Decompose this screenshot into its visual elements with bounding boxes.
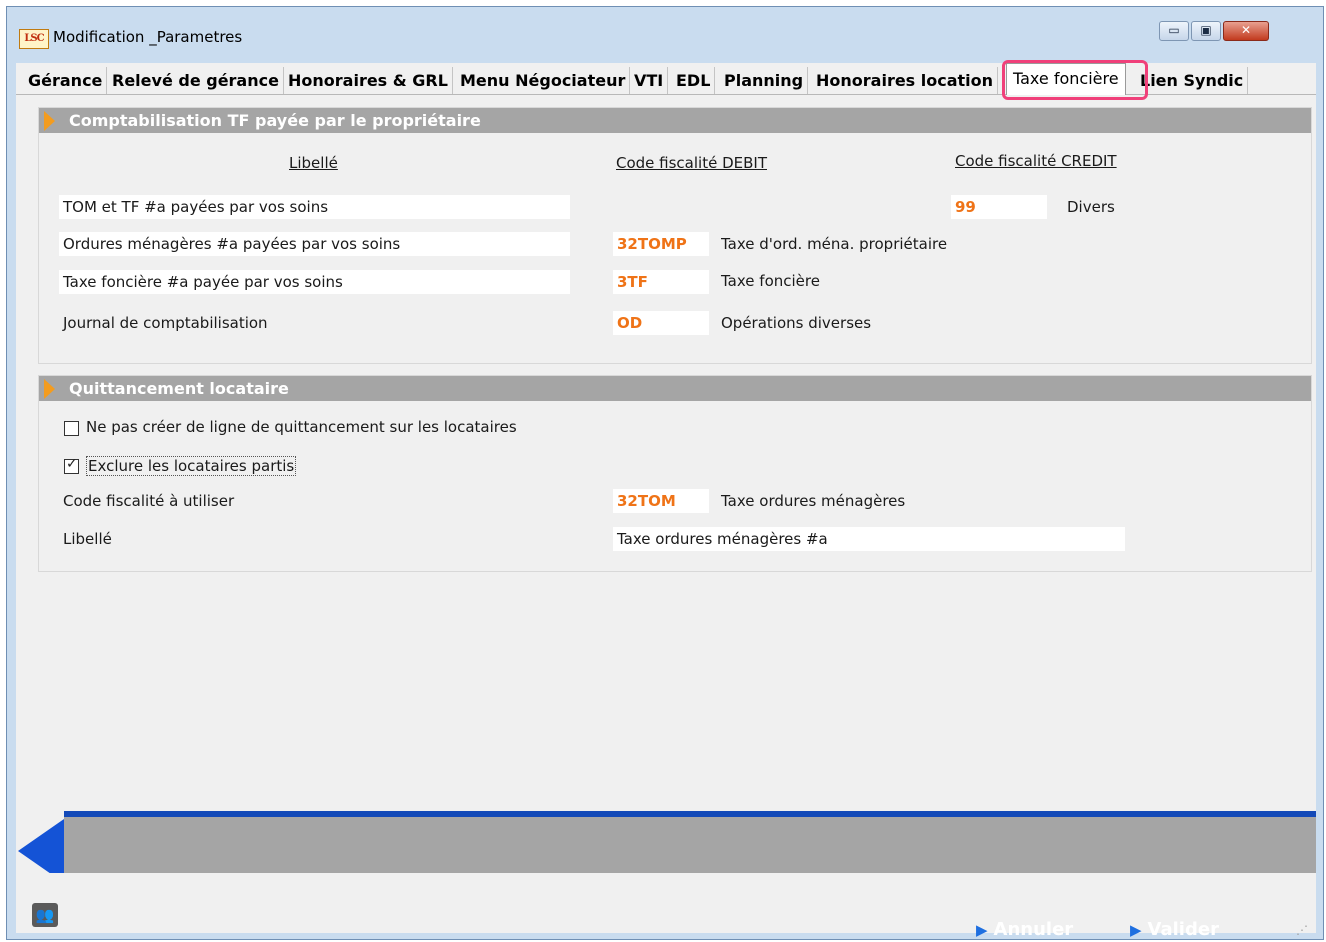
journal-code-label: Opérations diverses: [721, 314, 872, 332]
code-fiscalite-label: Code fiscalité à utiliser: [63, 492, 235, 510]
column-header-libelle: Libellé: [289, 154, 338, 172]
tab-menu-negociateur[interactable]: Menu Négociateur: [456, 67, 631, 94]
section-comptabilisation: Comptabilisation TF payée par le proprié…: [38, 107, 1312, 364]
tab-releve-de-gerance[interactable]: Relevé de gérance: [108, 67, 284, 94]
tab-vti[interactable]: VTI: [630, 67, 669, 94]
exclude-tenants-checkbox[interactable]: ✓: [64, 456, 79, 474]
validate-button[interactable]: ▶ Valider: [1130, 919, 1219, 940]
debit-code-tf-label: Taxe foncière: [721, 272, 820, 290]
section-quittancement-header[interactable]: Quittancement locataire: [39, 376, 1311, 401]
libelle-field[interactable]: Taxe ordures ménagères #a: [613, 527, 1125, 551]
tab-gerance[interactable]: Gérance: [24, 67, 108, 94]
section-comptabilisation-title: Comptabilisation TF payée par le proprié…: [69, 111, 481, 130]
debit-code-ordures-label: Taxe d'ord. ména. propriétaire: [721, 235, 948, 253]
libelle-tom-tf-field[interactable]: TOM et TF #a payées par vos soins: [59, 195, 570, 219]
journal-code-field[interactable]: OD: [613, 311, 709, 335]
tab-edl[interactable]: EDL: [672, 67, 716, 94]
credit-code-field[interactable]: 99: [951, 195, 1047, 219]
play-arrow-icon: ▶: [1130, 921, 1142, 939]
code-fiscalite-field[interactable]: 32TOM: [613, 489, 709, 513]
maximize-button[interactable]: ▣: [1191, 21, 1221, 41]
code-fiscalite-desc: Taxe ordures ménagères: [721, 492, 906, 510]
no-quittancement-checkbox[interactable]: [64, 421, 79, 436]
exclude-tenants-label[interactable]: Exclure les locataires partis: [86, 456, 297, 476]
credit-code-label: Divers: [1067, 198, 1115, 216]
tab-highlight-frame: [1002, 60, 1148, 100]
section-quittancement-title: Quittancement locataire: [69, 379, 289, 398]
minimize-button[interactable]: ▭: [1159, 21, 1189, 41]
cancel-button[interactable]: ▶ Annuler: [976, 919, 1073, 940]
tab-honoraires-grl[interactable]: Honoraires & GRL: [284, 67, 453, 94]
title-bar[interactable]: LSC Modification _Parametres ▭ ▣ ✕: [7, 7, 1323, 63]
client-area: Gérance Relevé de gérance Honoraires & G…: [16, 60, 1316, 940]
debit-code-tf-field[interactable]: 3TF: [613, 270, 709, 294]
maximize-icon: ▣: [1200, 23, 1212, 37]
tab-lien-syndic[interactable]: Lien Syndic: [1136, 67, 1249, 94]
journal-label: Journal de comptabilisation: [63, 314, 268, 332]
libelle-ordures-field[interactable]: Ordures ménagères #a payées par vos soin…: [59, 232, 570, 256]
section-arrow-icon: [44, 379, 55, 399]
column-header-debit: Code fiscalité DEBIT: [616, 154, 767, 172]
grey-band: [64, 817, 1316, 873]
app-logo: LSC: [19, 29, 49, 49]
play-arrow-icon: ▶: [976, 921, 988, 939]
footer-bar: 👥 ▶ Annuler ▶ Valider ⋰: [16, 873, 1316, 940]
libelle-label: Libellé: [63, 530, 112, 548]
section-quittancement: Quittancement locataire Ne pas créer de …: [38, 375, 1312, 572]
bottom-decorative-bar: [16, 811, 1316, 883]
window-title: Modification _Parametres: [53, 28, 243, 46]
no-quittancement-label[interactable]: Ne pas créer de ligne de quittancement s…: [86, 418, 517, 436]
users-icon[interactable]: 👥: [32, 903, 58, 927]
checkmark-icon: ✓: [66, 456, 78, 472]
section-arrow-icon: [44, 111, 55, 131]
tab-honoraires-location[interactable]: Honoraires location: [812, 67, 999, 94]
tab-bar: Gérance Relevé de gérance Honoraires & G…: [16, 60, 1316, 100]
main-window: LSC Modification _Parametres ▭ ▣ ✕ Géran…: [6, 6, 1324, 940]
cancel-button-label: Annuler: [993, 919, 1074, 940]
resize-grip-icon[interactable]: ⋰: [1296, 923, 1312, 939]
tab-planning[interactable]: Planning: [720, 67, 809, 94]
section-comptabilisation-header[interactable]: Comptabilisation TF payée par le proprié…: [39, 108, 1311, 133]
debit-code-ordures-field[interactable]: 32TOMP: [613, 232, 709, 256]
column-header-credit: Code fiscalité CREDIT: [955, 152, 1117, 170]
minimize-icon: ▭: [1168, 23, 1180, 37]
close-icon: ✕: [1240, 23, 1252, 37]
libelle-taxe-fonciere-field[interactable]: Taxe foncière #a payée par vos soins: [59, 270, 570, 294]
validate-button-label: Valider: [1147, 919, 1219, 940]
close-button[interactable]: ✕: [1223, 21, 1269, 41]
